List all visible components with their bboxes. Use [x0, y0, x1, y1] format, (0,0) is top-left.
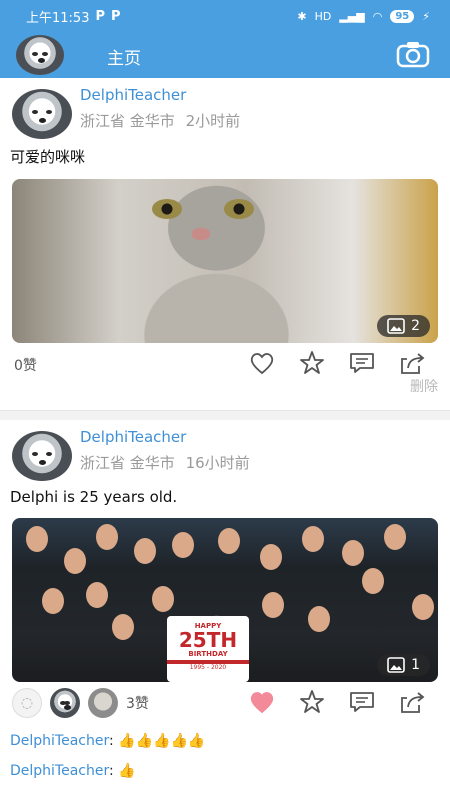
status-bar: 上午11:53 P P ✱ HD ▂▄▆ ◠ 95 ⚡ — [0, 0, 450, 32]
post-meta: 浙江省 金华市 16小时前 — [80, 452, 250, 473]
likes-count: 0赞 — [14, 358, 37, 374]
likes-count: 3赞 — [126, 696, 149, 712]
comment-text: 👍👍👍👍👍 — [118, 733, 206, 749]
avatar — [16, 35, 64, 75]
image-count: 2 — [411, 318, 420, 334]
gallery-icon — [387, 657, 405, 673]
post-header: DelphiTeacher 浙江省 金华市 2小时前 — [0, 78, 450, 139]
post-divider — [0, 410, 450, 420]
cake-line-2: 25TH — [178, 628, 238, 652]
post-header: DelphiTeacher 浙江省 金华市 16小时前 — [0, 420, 450, 481]
wifi-icon: ◠ — [372, 9, 383, 23]
author-name-link[interactable]: DelphiTeacher — [80, 86, 186, 104]
post-text: 可爱的咪咪 — [10, 148, 86, 166]
favorite-star-icon[interactable] — [298, 349, 326, 377]
feed-post: DelphiTeacher 浙江省 金华市 16小时前 Delphi is 25… — [0, 420, 450, 786]
birthday-cake: HAPPY 25TH BIRTHDAY 1995 - 2020 — [167, 616, 249, 682]
camera-icon[interactable] — [396, 40, 430, 72]
charging-icon: ⚡ — [422, 9, 430, 23]
post-time: 2小时前 — [185, 112, 241, 130]
liker-avatar[interactable] — [88, 688, 118, 718]
comment-separator: : — [109, 733, 114, 749]
image-count-badge: 2 — [377, 315, 430, 337]
comment-item: DelphiTeacher: 👍👍👍👍👍 — [0, 726, 450, 756]
post-actions: ◌ 3赞 — [0, 682, 450, 722]
page-title: 主页 — [107, 49, 141, 69]
post-image[interactable]: HAPPY 25TH BIRTHDAY 1995 - 2020 1 — [12, 518, 438, 682]
favorite-star-icon[interactable] — [298, 688, 326, 716]
delete-post-button[interactable]: 删除 — [410, 376, 438, 396]
comment-icon[interactable] — [348, 688, 376, 716]
status-time: 上午11:53 — [26, 10, 90, 26]
comment-text: 👍 — [118, 763, 136, 779]
signal-hd-icon: HD — [314, 9, 332, 23]
image-count-badge: 1 — [377, 654, 430, 676]
comment-icon[interactable] — [348, 349, 376, 377]
post-image[interactable]: 2 — [12, 179, 438, 343]
comment-author-link[interactable]: DelphiTeacher — [10, 733, 109, 749]
post-text: Delphi is 25 years old. — [10, 488, 178, 506]
like-heart-icon[interactable] — [248, 349, 276, 377]
post-meta: 浙江省 金华市 2小时前 — [80, 110, 240, 131]
signal-bars-icon: ▂▄▆ — [339, 9, 365, 23]
feed-post: DelphiTeacher 浙江省 金华市 2小时前 可爱的咪咪 2 0赞 删除 — [0, 78, 450, 410]
app-bar: 主页 — [0, 32, 450, 78]
comment-item: DelphiTeacher: 👍 — [0, 756, 450, 786]
post-time: 16小时前 — [185, 454, 250, 472]
bluetooth-icon: ✱ — [297, 9, 307, 23]
author-avatar[interactable] — [12, 431, 72, 481]
share-icon[interactable] — [398, 349, 426, 377]
liker-avatar[interactable] — [50, 688, 80, 718]
notification-p-icon: P — [111, 8, 121, 24]
liker-avatar[interactable]: ◌ — [12, 688, 42, 718]
battery-indicator: 95 — [390, 9, 415, 23]
gallery-icon — [387, 318, 405, 334]
profile-avatar-button[interactable] — [16, 35, 64, 79]
comment-author-link[interactable]: DelphiTeacher — [10, 763, 109, 779]
author-avatar[interactable] — [12, 89, 72, 139]
image-count: 1 — [411, 657, 420, 673]
liker-avatars: ◌ 3赞 — [12, 688, 149, 718]
liked-heart-icon[interactable] — [248, 688, 276, 716]
notification-p-icon: P — [95, 8, 105, 24]
cake-line-4: 1995 - 2020 — [189, 664, 227, 671]
comment-separator: : — [109, 763, 114, 779]
post-actions: 0赞 — [0, 343, 450, 383]
post-location: 浙江省 金华市 — [80, 454, 175, 472]
post-location: 浙江省 金华市 — [80, 112, 175, 130]
share-icon[interactable] — [398, 688, 426, 716]
author-name-link[interactable]: DelphiTeacher — [80, 428, 186, 446]
